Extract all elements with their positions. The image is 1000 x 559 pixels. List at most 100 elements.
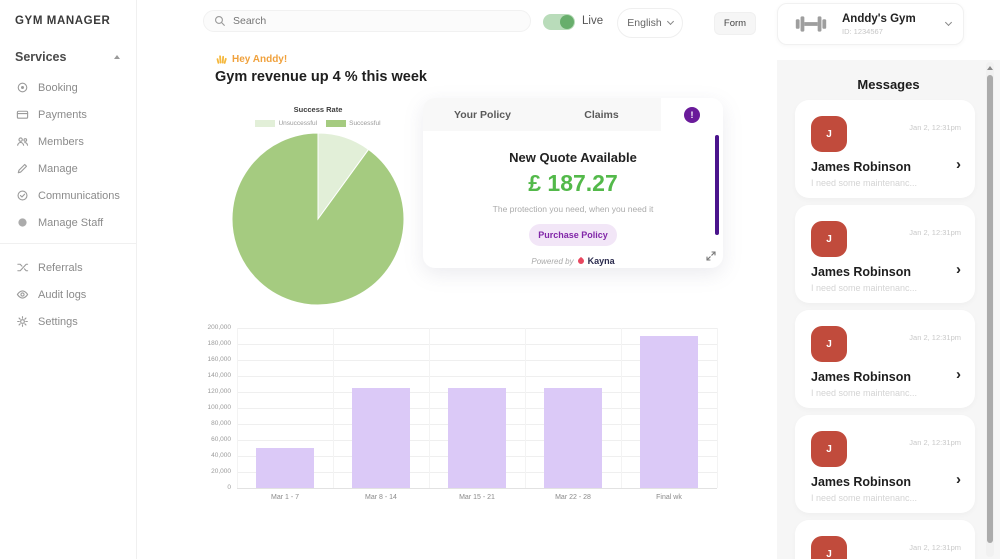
message-card[interactable]: JJan 2, 12:31pmJames RobinsonI need some…: [795, 100, 975, 198]
expand-icon[interactable]: [706, 251, 716, 261]
messages-scrollbar[interactable]: [986, 62, 994, 557]
grid-vline: [621, 328, 622, 488]
sidebar-section-services[interactable]: Services: [0, 50, 136, 64]
sidebar-item-manage-staff[interactable]: Manage Staff: [0, 209, 136, 236]
sidebar: GYM MANAGER Services Booking Payments Memb…: [0, 0, 137, 559]
y-axis-tick: 140,000: [207, 372, 232, 379]
sidebar-item-manage[interactable]: Manage: [0, 155, 136, 182]
chevron-right-icon[interactable]: ›: [956, 261, 961, 278]
booking-icon: [16, 81, 29, 94]
quote-amount: £ 187.27: [528, 170, 618, 196]
live-toggle[interactable]: [543, 14, 575, 30]
scroll-up-icon[interactable]: [987, 66, 993, 70]
policy-scrollbar[interactable]: [715, 135, 719, 235]
chevron-right-icon[interactable]: ›: [956, 156, 961, 173]
sidebar-item-members[interactable]: Members: [0, 128, 136, 155]
app-logo: GYM MANAGER: [15, 15, 111, 27]
message-sender-name: James Robinson: [811, 370, 912, 384]
search-bar[interactable]: [203, 10, 531, 32]
grid-vline: [525, 328, 526, 488]
gym-account-dropdown[interactable]: Anddy's Gym ID: 1234567: [777, 3, 964, 45]
x-axis-tick: Mar 22 - 28: [555, 494, 591, 501]
sidebar-item-settings[interactable]: Settings: [0, 308, 136, 335]
avatar: J: [811, 536, 847, 559]
legend-entry-successful: Successful: [326, 120, 381, 127]
kayna-logo-icon: [576, 256, 585, 266]
success-rate-chart: Success Rate Unsuccessful Successful: [228, 105, 408, 312]
y-axis-tick: 160,000: [207, 356, 232, 363]
manage-icon: [16, 162, 29, 175]
legend-swatch: [326, 120, 347, 127]
messages-title: Messages: [857, 77, 920, 92]
language-value: English: [627, 17, 662, 29]
y-axis-tick: 60,000: [211, 436, 231, 443]
message-preview: I need some maintenanc...: [811, 493, 918, 503]
dumbbell-icon: [792, 14, 830, 34]
avatar: J: [811, 116, 847, 152]
scrollbar-thumb[interactable]: [987, 75, 993, 543]
sidebar-nav-main: Booking Payments Members Manage Communicatio…: [0, 74, 136, 236]
policy-tabs: Your Policy Claims !: [423, 98, 723, 131]
bar-mar-15-21: [448, 388, 506, 488]
sidebar-item-audit-logs[interactable]: Audit logs: [0, 281, 136, 308]
message-time: Jan 2, 12:31pm: [909, 333, 961, 342]
message-time: Jan 2, 12:31pm: [909, 438, 961, 447]
powered-by: Powered by Kayna: [423, 256, 723, 266]
messages-panel: Messages J Jan 2, 12:31pm James Robinson I …: [777, 60, 1000, 559]
revenue-bar-chart: 0 20,000 40,000 60,000 80,000 100,000 120,000 1…: [203, 320, 719, 510]
message-time: Jan 2, 12:31pm: [909, 228, 961, 237]
legend-entry-unsuccessful: Unsuccessful: [255, 120, 317, 127]
bar-mar-8-14: [352, 388, 410, 488]
message-card[interactable]: JJan 2, 12:31pmJames RobinsonI need some…: [795, 520, 975, 559]
bar-mar-22-28: [544, 388, 602, 488]
avatar: J: [811, 326, 847, 362]
sidebar-item-label: Manage: [38, 162, 78, 175]
x-axis-tick: Mar 15 - 21: [459, 494, 495, 501]
message-preview: I need some maintenanc...: [811, 178, 918, 188]
audit-logs-icon: [16, 288, 29, 301]
message-card[interactable]: JJan 2, 12:31pmJames RobinsonI need some…: [795, 205, 975, 303]
message-card[interactable]: JJan 2, 12:31pmJames RobinsonI need some…: [795, 415, 975, 513]
language-dropdown[interactable]: English: [617, 8, 683, 38]
gym-name: Anddy's Gym: [842, 12, 916, 25]
sidebar-item-label: Members: [38, 135, 84, 148]
legend-label: Unsuccessful: [278, 120, 318, 127]
greeting-text: Hey Anddy!: [232, 53, 288, 65]
y-axis-tick: 100,000: [207, 404, 232, 411]
avatar: J: [811, 221, 847, 257]
members-icon: [16, 135, 29, 148]
policy-body: New Quote Available £ 187.27 The protect…: [423, 131, 723, 266]
sidebar-item-booking[interactable]: Booking: [0, 74, 136, 101]
chevron-right-icon[interactable]: ›: [956, 366, 961, 383]
sidebar-item-referrals[interactable]: Referrals: [0, 254, 136, 281]
x-axis-tick: Mar 1 - 7: [270, 494, 299, 501]
purchase-policy-button[interactable]: Purchase Policy: [529, 224, 617, 246]
tab-claims[interactable]: Claims: [542, 98, 661, 131]
greeting: Hey Anddy!: [215, 53, 287, 65]
settings-icon: [16, 315, 29, 328]
pie-legend: Unsuccessful Successful: [228, 120, 408, 127]
pie-plot: [228, 131, 408, 312]
legend-swatch: [255, 120, 276, 127]
search-input[interactable]: [233, 15, 493, 27]
form-button[interactable]: Form: [714, 12, 756, 35]
chevron-right-icon[interactable]: ›: [956, 471, 961, 488]
bar-final-wk: [640, 336, 698, 488]
tab-your-policy[interactable]: Your Policy: [423, 98, 542, 131]
message-time: Jan 2, 12:31pm: [909, 543, 961, 552]
chevron-down-icon: [666, 17, 674, 26]
sidebar-item-label: Manage Staff: [38, 216, 104, 229]
gym-id: ID: 1234567: [842, 26, 883, 36]
x-axis-tick: Final wk: [656, 494, 682, 501]
gridline: [237, 488, 717, 489]
sidebar-item-communications[interactable]: Communications: [0, 182, 136, 209]
info-badge[interactable]: !: [684, 106, 700, 123]
message-card[interactable]: JJan 2, 12:31pmJames RobinsonI need some…: [795, 310, 975, 408]
sidebar-item-label: Settings: [38, 315, 78, 328]
manage-staff-icon: [16, 216, 29, 229]
y-axis-tick: 40,000: [211, 452, 231, 459]
sidebar-item-payments[interactable]: Payments: [0, 101, 136, 128]
message-sender-name: James Robinson: [811, 265, 912, 279]
message-sender-name: James Robinson: [811, 475, 912, 489]
sidebar-item-label: Audit logs: [38, 288, 87, 301]
